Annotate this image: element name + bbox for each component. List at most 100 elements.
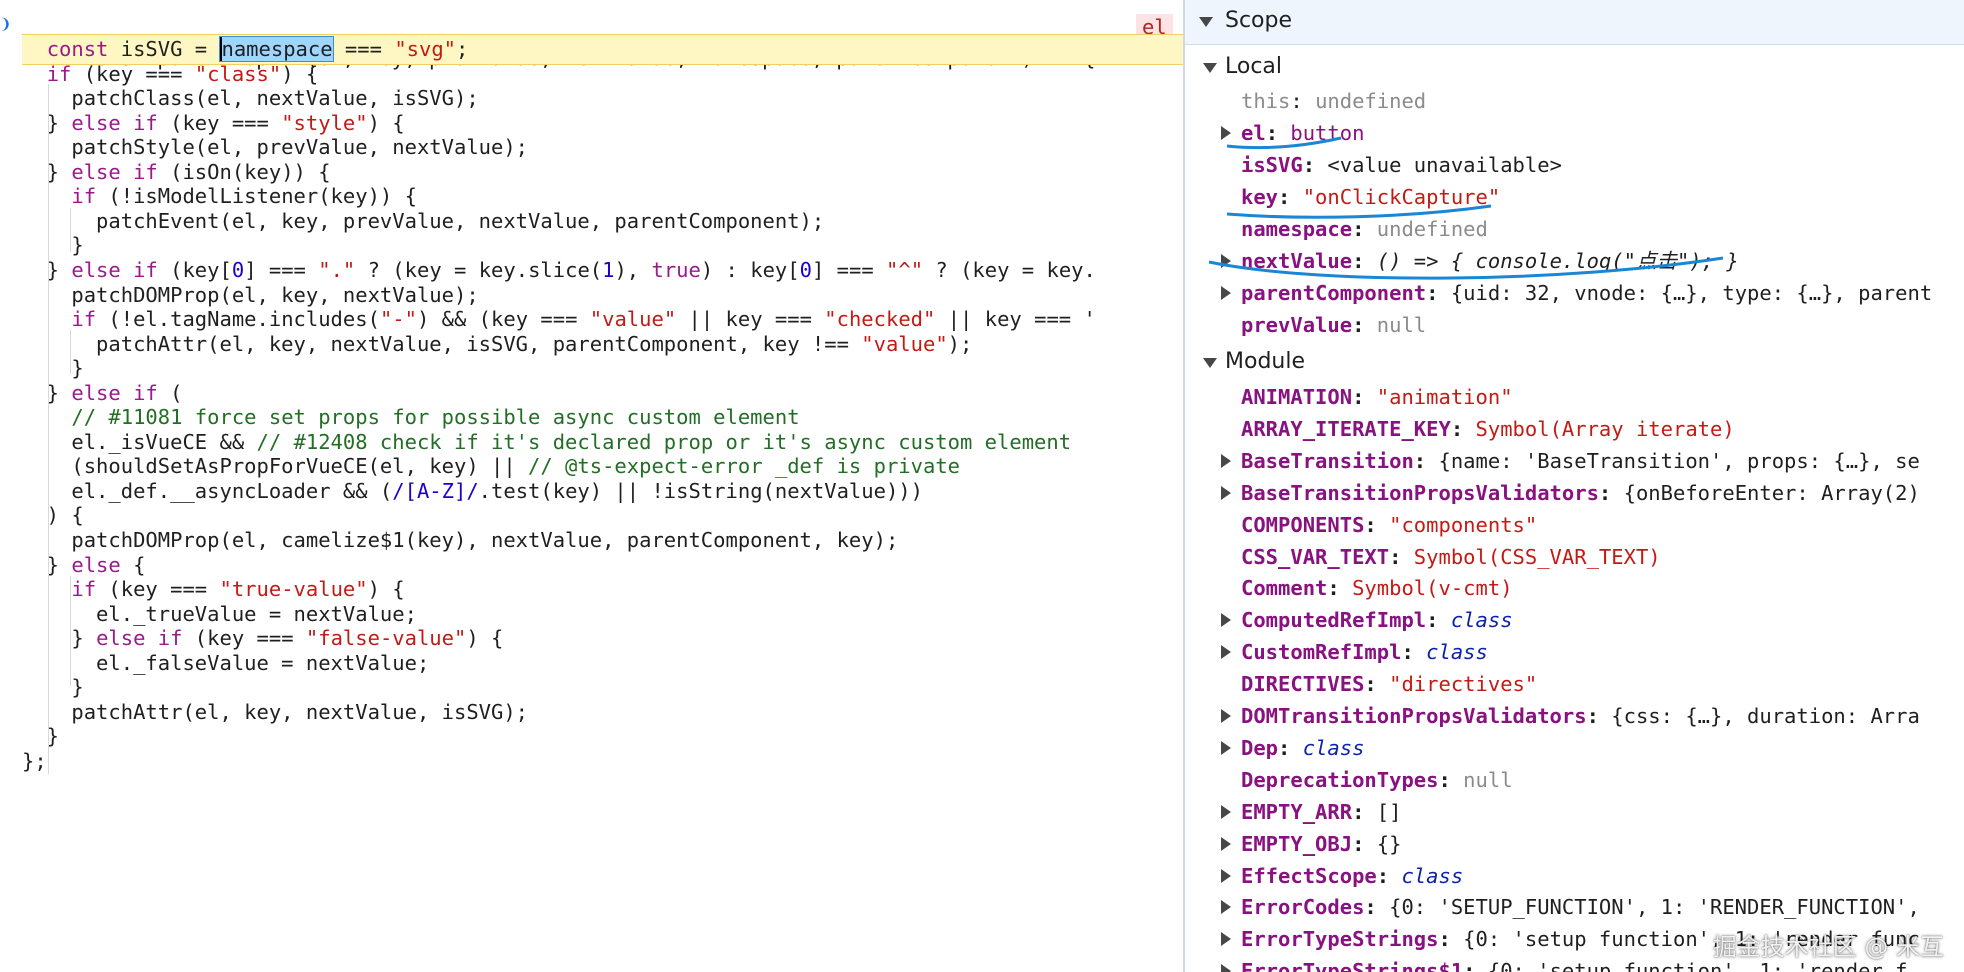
property-entry: BaseTransition: {name: 'BaseTransition',… — [1241, 445, 1920, 477]
expand-triangle-icon[interactable] — [1199, 17, 1213, 27]
property-key: ANIMATION: — [1241, 385, 1377, 409]
scope-property-row[interactable]: COMPONENTS: "components" — [1185, 509, 1964, 541]
property-entry: DIRECTIVES: "directives" — [1241, 668, 1537, 700]
property-entry: ErrorCodes: {0: 'SETUP_FUNCTION', 1: 'RE… — [1241, 891, 1920, 923]
property-value: Symbol(Array iterate) — [1475, 416, 1735, 441]
watermark-text: 掘金技术社区 @ 米互 — [1712, 933, 1944, 961]
property-key: COMPONENTS: — [1241, 512, 1390, 537]
indent-guide — [48, 84, 49, 774]
indent-guide — [70, 576, 71, 686]
expand-arrow-icon[interactable] — [1221, 485, 1231, 500]
separator: : — [1389, 544, 1414, 569]
expand-arrow-icon[interactable] — [1221, 613, 1231, 628]
scope-property-row[interactable]: DOMTransitionPropsValidators: {css: {…},… — [1185, 700, 1964, 732]
property-value: class — [1450, 608, 1513, 633]
separator: : — [1352, 385, 1377, 409]
property-key: DIRECTIVES: — [1241, 672, 1390, 697]
expand-arrow-icon[interactable] — [1221, 900, 1231, 915]
property-key: Comment: — [1241, 576, 1353, 601]
scope-property-row[interactable]: EffectScope: class — [1185, 860, 1964, 892]
property-key: prevValue: — [1241, 313, 1377, 337]
expand-arrow-icon[interactable] — [1221, 932, 1231, 947]
property-value: {onBeforeEnter: Array(2) — [1623, 480, 1920, 505]
expand-arrow-icon[interactable] — [1221, 453, 1231, 468]
property-key: this: — [1241, 89, 1316, 113]
property-value: undefined — [1315, 89, 1427, 113]
module-expand-triangle-icon[interactable] — [1203, 358, 1217, 368]
property-entry: this: undefined — [1241, 85, 1426, 117]
scope-property-row[interactable]: ARRAY_ITERATE_KEY: Symbol(Array iterate) — [1185, 413, 1964, 445]
scope-property-row[interactable]: BaseTransitionPropsValidators: {onBefore… — [1185, 477, 1964, 509]
annotation-underline-nextvalue — [1208, 256, 1724, 280]
property-entry: DeprecationTypes: null — [1241, 764, 1513, 796]
separator: : — [1586, 704, 1612, 728]
property-entry: COMPONENTS: "components" — [1241, 509, 1537, 541]
expand-arrow-icon[interactable] — [1221, 645, 1231, 660]
property-entry: ComputedRefImpl: class — [1241, 604, 1513, 636]
expand-arrow-icon[interactable] — [1221, 740, 1231, 755]
expand-arrow-icon[interactable] — [1221, 836, 1231, 851]
separator: : — [1278, 735, 1303, 760]
separator: : — [1352, 799, 1377, 824]
property-key: CustomRefImpl: — [1241, 640, 1427, 665]
scope-property-row[interactable]: EMPTY_ARR: [] — [1185, 796, 1964, 828]
separator: : — [1302, 153, 1328, 177]
source-code-pane[interactable]: ❩ const patchProp = (el, key, prevValue,… — [0, 0, 1183, 972]
property-entry: Dep: class — [1241, 732, 1364, 764]
code-line[interactable]: }; — [22, 746, 1183, 777]
scope-property-row[interactable]: prevValue: null — [1185, 309, 1964, 341]
local-expand-triangle-icon[interactable] — [1203, 63, 1217, 73]
scope-section-header[interactable]: Scope — [1185, 0, 1964, 45]
scope-property-row[interactable]: DIRECTIVES: "directives" — [1185, 668, 1964, 700]
property-key: DeprecationTypes: — [1241, 767, 1464, 792]
property-key: DOMTransitionPropsValidators: — [1241, 704, 1612, 728]
property-entry: EMPTY_ARR: [] — [1241, 796, 1401, 828]
scope-property-row[interactable]: this: undefined — [1185, 85, 1964, 117]
property-value: {name: 'BaseTransition', props: {…}, se — [1438, 448, 1920, 473]
separator: : — [1438, 927, 1464, 952]
property-value: null — [1463, 767, 1513, 792]
scope-property-row[interactable]: EMPTY_OBJ: {} — [1185, 828, 1964, 860]
scope-property-row[interactable]: Comment: Symbol(v-cmt) — [1185, 572, 1964, 604]
separator: : — [1364, 672, 1390, 697]
expand-arrow-icon[interactable] — [1221, 286, 1231, 300]
local-scope-title[interactable]: Local — [1225, 54, 1282, 79]
property-value: class — [1302, 735, 1365, 760]
property-entry: EffectScope: class — [1241, 860, 1463, 892]
separator: : — [1426, 608, 1451, 633]
property-value: [] — [1376, 799, 1402, 824]
property-value: Symbol(v-cmt) — [1352, 576, 1513, 601]
scope-property-row[interactable]: ANIMATION: "animation" — [1185, 381, 1964, 413]
separator: : — [1401, 640, 1427, 665]
property-key: CSS_VAR_TEXT: — [1241, 544, 1414, 569]
expand-arrow-icon[interactable] — [1221, 804, 1231, 819]
property-entry: CustomRefImpl: class — [1241, 636, 1488, 668]
scope-property-row[interactable]: CustomRefImpl: class — [1185, 636, 1964, 668]
expand-arrow-icon[interactable] — [1221, 868, 1231, 883]
scope-property-row[interactable]: Dep: class — [1185, 732, 1964, 764]
scope-property-row[interactable]: ComputedRefImpl: class — [1185, 604, 1964, 636]
property-entry: ANIMATION: "animation" — [1241, 381, 1513, 413]
expand-arrow-icon[interactable] — [1221, 964, 1231, 972]
annotation-underline-el — [1226, 136, 1342, 150]
property-entry: EMPTY_OBJ: {} — [1241, 828, 1401, 860]
scope-property-row[interactable]: ErrorCodes: {0: 'SETUP_FUNCTION', 1: 'RE… — [1185, 891, 1964, 923]
module-scope-title[interactable]: Module — [1225, 349, 1305, 374]
property-key: ErrorTypeStrings$1: — [1241, 959, 1488, 972]
separator: : — [1463, 959, 1488, 972]
property-value: <value unavailable> — [1327, 153, 1562, 177]
property-value: null — [1376, 313, 1427, 337]
scope-property-row[interactable]: BaseTransition: {name: 'BaseTransition',… — [1185, 445, 1964, 477]
scope-property-row[interactable]: CSS_VAR_TEXT: Symbol(CSS_VAR_TEXT) — [1185, 541, 1964, 573]
property-value: class — [1426, 640, 1488, 665]
separator: : — [1376, 863, 1402, 888]
scope-title: Scope — [1225, 8, 1293, 33]
property-entry: Comment: Symbol(v-cmt) — [1241, 572, 1513, 604]
expand-arrow-icon[interactable] — [1221, 709, 1231, 723]
property-key: BaseTransitionPropsValidators: — [1241, 480, 1624, 505]
property-key: EMPTY_OBJ: — [1241, 831, 1377, 856]
property-value: Symbol(CSS_VAR_TEXT) — [1413, 544, 1661, 569]
scope-property-row[interactable]: DeprecationTypes: null — [1185, 764, 1964, 796]
property-key: isSVG: — [1241, 153, 1328, 177]
property-value: {} — [1376, 831, 1402, 856]
